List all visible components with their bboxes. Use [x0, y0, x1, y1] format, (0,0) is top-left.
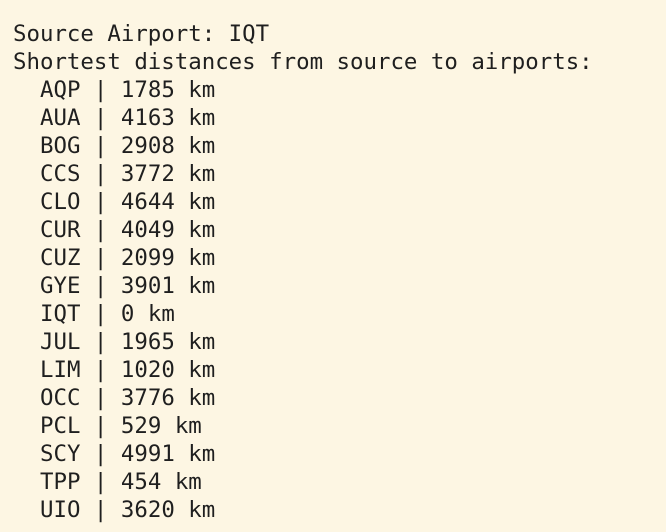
distance-row: LIM | 1020 km	[13, 356, 666, 384]
row-separator: |	[80, 133, 121, 159]
distances-heading: Shortest distances from source to airpor…	[13, 49, 593, 75]
airport-code: CCS	[40, 161, 81, 187]
airport-code: SCY	[40, 441, 81, 467]
row-separator: |	[80, 469, 121, 495]
distance-row: BOG | 2908 km	[13, 132, 666, 160]
distance-row: GYE | 3901 km	[13, 272, 666, 300]
airport-code: GYE	[40, 273, 81, 299]
distance-value: 4049 km	[120, 217, 216, 243]
airport-code: OCC	[40, 385, 81, 411]
row-separator: |	[80, 161, 121, 187]
row-separator: |	[80, 273, 121, 299]
distance-value: 2099 km	[120, 245, 216, 271]
row-separator: |	[80, 301, 121, 327]
distance-row: AUA | 4163 km	[13, 104, 666, 132]
airport-code: JUL	[40, 329, 81, 355]
row-separator: |	[80, 217, 121, 243]
distance-value: 1785 km	[120, 77, 216, 103]
distance-row: TPP | 454 km	[13, 468, 666, 496]
airport-code: LIM	[40, 357, 81, 383]
distance-row: SCY | 4991 km	[13, 440, 666, 468]
airport-code: IQT	[40, 301, 81, 327]
row-separator: |	[80, 497, 121, 523]
distance-value: 4644 km	[120, 189, 216, 215]
distance-value: 3620 km	[120, 497, 216, 523]
distance-value: 3772 km	[120, 161, 216, 187]
distance-row: AQP | 1785 km	[13, 76, 666, 104]
airport-code: CUZ	[40, 245, 81, 271]
distance-row: CUR | 4049 km	[13, 216, 666, 244]
distance-row: OCC | 3776 km	[13, 384, 666, 412]
terminal-output: Source Airport: IQT Shortest distances f…	[0, 0, 666, 532]
airport-code: CLO	[40, 189, 81, 215]
distance-row: CUZ | 2099 km	[13, 244, 666, 272]
distance-row: UIO | 3620 km	[13, 496, 666, 524]
airport-code: TPP	[40, 469, 81, 495]
row-separator: |	[80, 357, 121, 383]
airport-code: BOG	[40, 133, 81, 159]
airport-code: UIO	[40, 497, 81, 523]
distance-value: 454 km	[120, 469, 202, 495]
distance-value: 2908 km	[120, 133, 216, 159]
airport-code: PCL	[40, 413, 81, 439]
airport-code: AUA	[40, 105, 81, 131]
row-separator: |	[80, 77, 121, 103]
distance-row: JUL | 1965 km	[13, 328, 666, 356]
distance-value: 0 km	[120, 301, 175, 327]
distance-row: PCL | 529 km	[13, 412, 666, 440]
source-airport-line: Source Airport: IQT	[13, 21, 270, 47]
row-separator: |	[80, 441, 121, 467]
distance-row: IQT | 0 km	[13, 300, 666, 328]
distance-row: CCS | 3772 km	[13, 160, 666, 188]
row-separator: |	[80, 413, 121, 439]
distance-value: 529 km	[120, 413, 202, 439]
distance-row: CLO | 4644 km	[13, 188, 666, 216]
airport-code: CUR	[40, 217, 81, 243]
distance-value: 3901 km	[120, 273, 216, 299]
distance-value: 1020 km	[120, 357, 216, 383]
distance-value: 3776 km	[120, 385, 216, 411]
row-separator: |	[80, 189, 121, 215]
row-separator: |	[80, 245, 121, 271]
distance-value: 4163 km	[120, 105, 216, 131]
distance-value: 4991 km	[120, 441, 216, 467]
airport-code: AQP	[40, 77, 81, 103]
row-separator: |	[80, 385, 121, 411]
row-separator: |	[80, 105, 121, 131]
distance-value: 1965 km	[120, 329, 216, 355]
row-separator: |	[80, 329, 121, 355]
